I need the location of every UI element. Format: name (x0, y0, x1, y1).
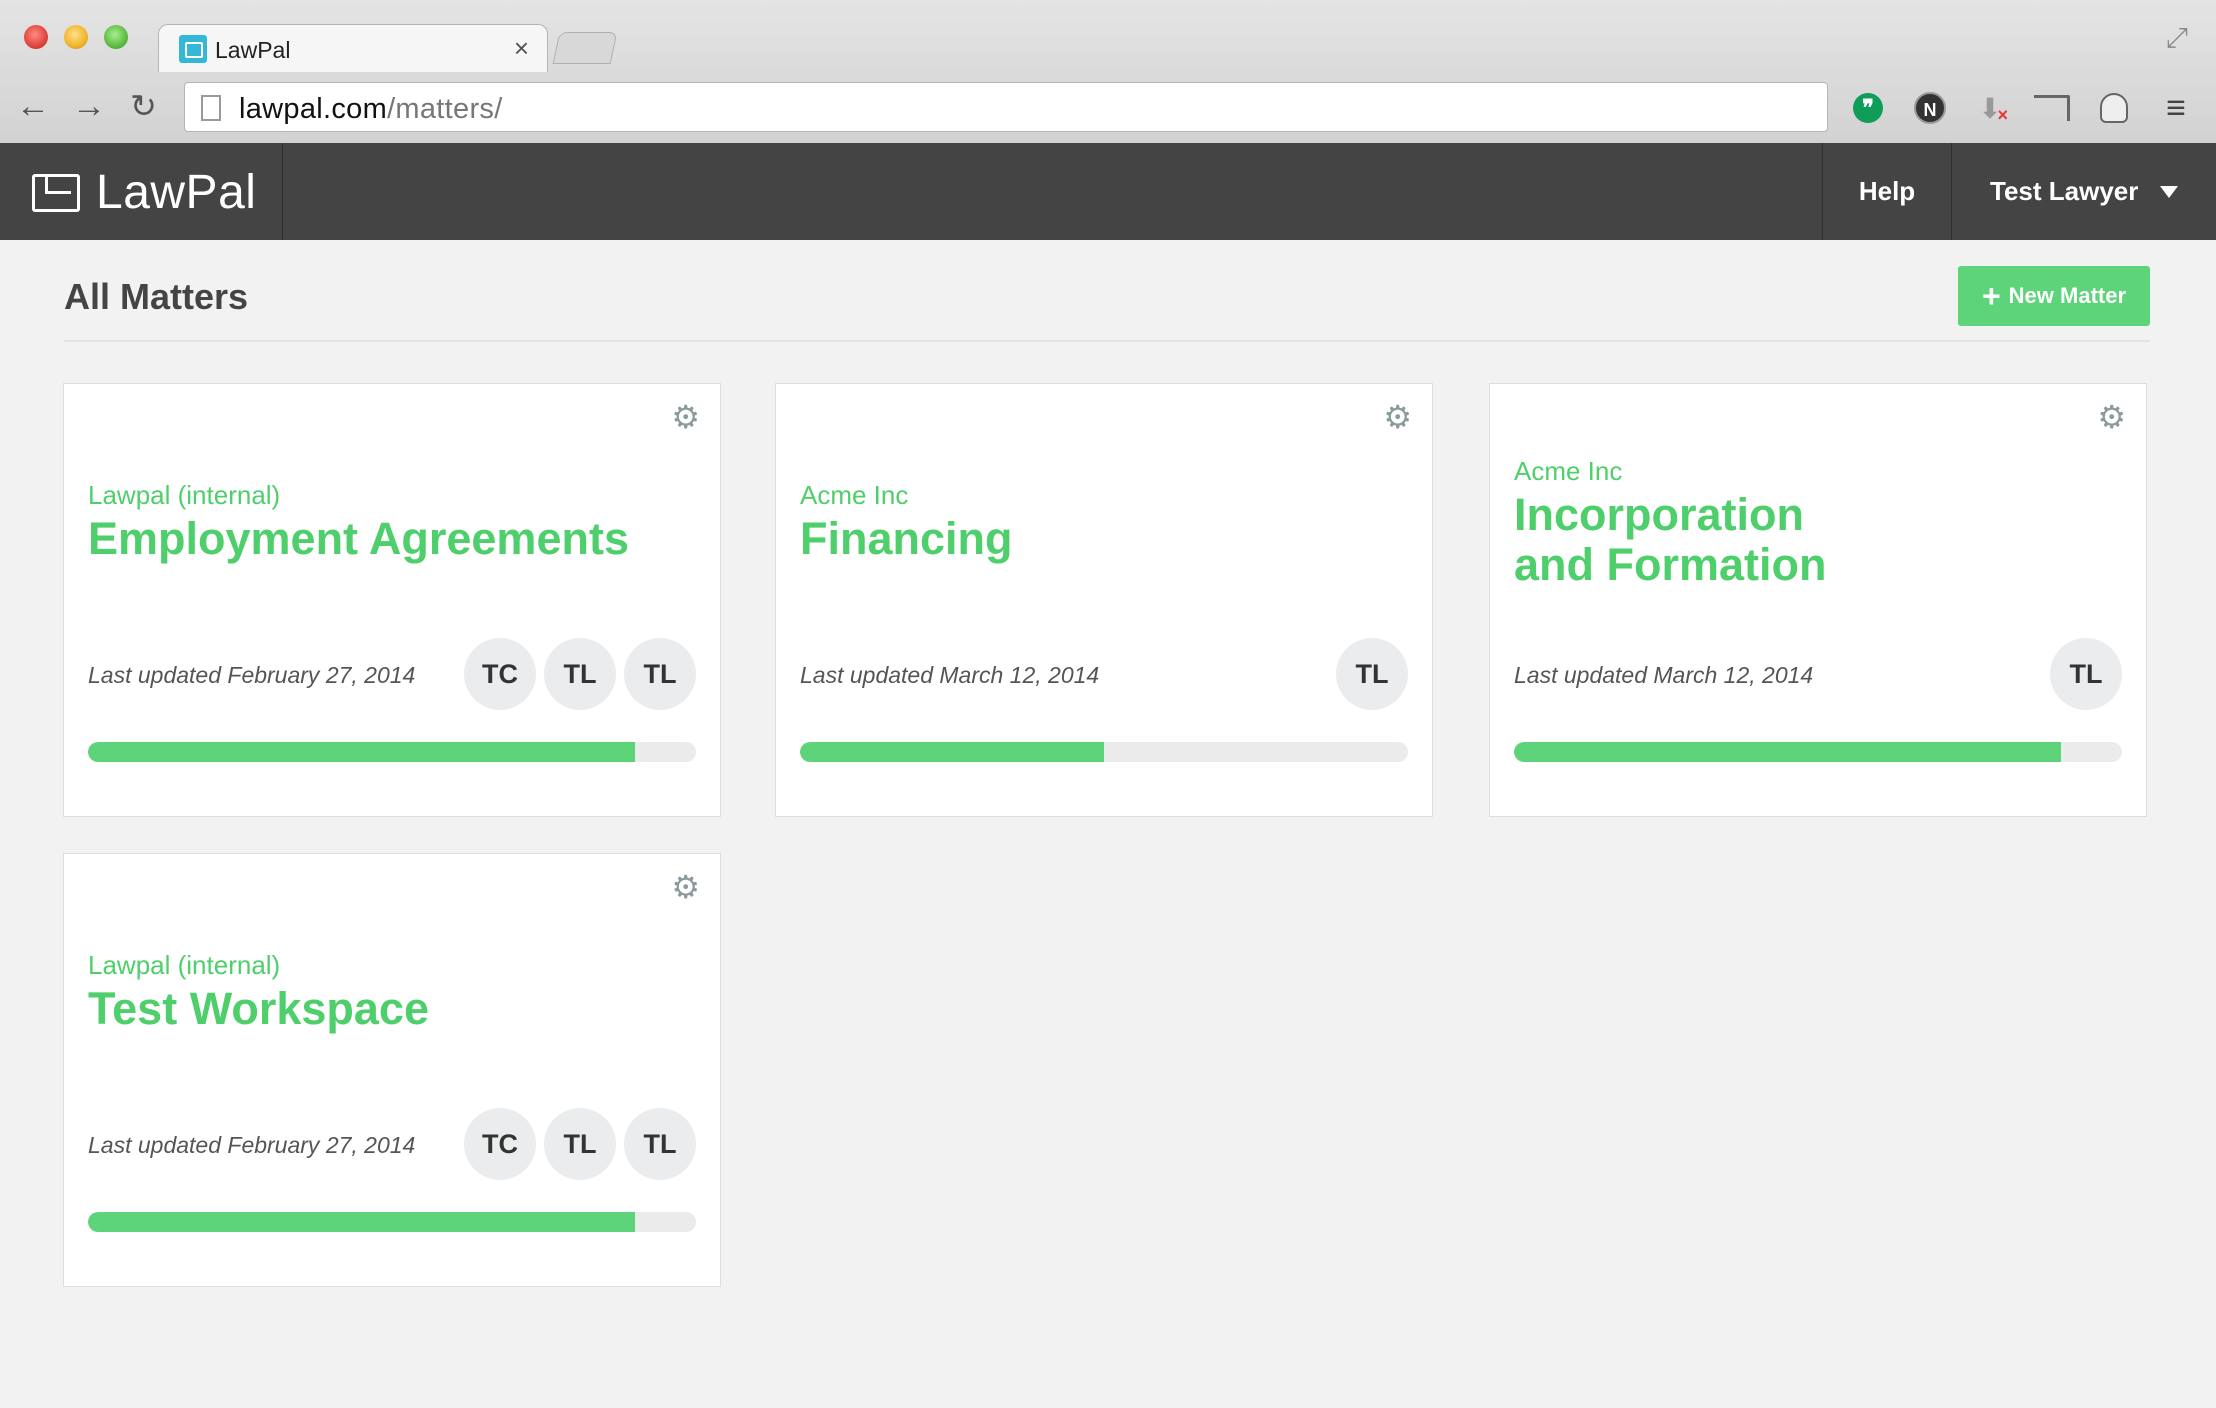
member-avatars: TC TL TL (464, 1108, 696, 1180)
member-avatars: TL (2050, 638, 2122, 710)
caret-down-icon (2160, 185, 2179, 198)
brand-link[interactable]: LawPal (0, 143, 283, 240)
plus-icon: + (1981, 278, 2001, 314)
matter-title[interactable]: Test Workspace (88, 984, 429, 1034)
page-title: All Matters (64, 276, 249, 317)
avatar[interactable]: TL (544, 1108, 616, 1180)
brand-name: LawPal (96, 166, 257, 219)
hangouts-extension-icon[interactable]: ❞ (1848, 88, 1888, 128)
progress-fill (800, 742, 1104, 762)
url-text: lawpal.com/matters/ (239, 93, 503, 126)
zoom-window-button[interactable] (104, 25, 128, 49)
matter-client: Lawpal (internal) (88, 950, 281, 980)
progress-fill (88, 742, 636, 762)
url-domain: lawpal.com (239, 93, 388, 125)
matter-card[interactable]: ⚙ Lawpal (internal) Employment Agreement… (63, 383, 721, 817)
app-header: LawPal Help Test Lawyer (0, 143, 2216, 240)
reload-icon[interactable]: ↻ (130, 86, 157, 126)
lawpal-logo-icon (32, 174, 80, 212)
page-icon (201, 95, 221, 121)
ghost-glyph (2100, 93, 2128, 123)
avatar[interactable]: TL (544, 638, 616, 710)
hangouts-glyph: ❞ (1853, 93, 1883, 123)
address-bar[interactable]: lawpal.com/matters/ (184, 82, 1828, 132)
new-matter-button[interactable]: + New Matter (1958, 266, 2150, 326)
matter-card[interactable]: ⚙ Acme Inc Incorporation and Formation L… (1489, 383, 2147, 817)
n-extension-label: N (1914, 92, 1946, 124)
matter-title[interactable]: Employment Agreements (88, 514, 629, 564)
avatar[interactable]: TC (464, 638, 536, 710)
cast-icon[interactable] (2032, 88, 2072, 128)
member-avatars: TL (1336, 638, 1408, 710)
matter-client: Acme Inc (1514, 456, 1623, 486)
browser-menu-icon[interactable]: ≡ (2156, 88, 2196, 128)
progress-bar (800, 742, 1408, 762)
matter-title[interactable]: Financing (800, 514, 1013, 564)
header-divider (64, 340, 2150, 342)
member-avatars: TC TL TL (464, 638, 696, 710)
progress-bar (1514, 742, 2122, 762)
close-window-button[interactable] (24, 25, 48, 49)
gear-icon[interactable]: ⚙ (1383, 398, 1412, 436)
url-path: /matters/ (387, 93, 503, 125)
browser-tab[interactable]: LawPal × (158, 24, 548, 72)
user-name: Test Lawyer (1990, 176, 2139, 206)
avatar[interactable]: TL (624, 638, 696, 710)
browser-chrome: LawPal × ⤢ ← → ↻ lawpal.com/matters/ ❞ N… (0, 0, 2216, 144)
matter-card[interactable]: ⚙ Lawpal (internal) Test Workspace Last … (63, 853, 721, 1287)
progress-fill (1514, 742, 2062, 762)
matter-updated: Last updated March 12, 2014 (1514, 662, 1814, 688)
download-extension-icon[interactable]: ⬇ × (1970, 88, 2010, 128)
avatar[interactable]: TL (624, 1108, 696, 1180)
tab-close-icon[interactable]: × (514, 33, 529, 64)
help-link[interactable]: Help (1822, 143, 1952, 240)
back-arrow-icon[interactable]: ← (16, 86, 50, 126)
new-tab-button[interactable] (552, 32, 618, 64)
matter-updated: Last updated February 27, 2014 (88, 1132, 416, 1158)
download-error-mark: × (1997, 105, 2008, 125)
progress-bar (88, 1212, 696, 1232)
matter-client: Lawpal (internal) (88, 480, 281, 510)
progress-fill (88, 1212, 636, 1232)
new-matter-label: New Matter (2008, 283, 2127, 308)
ghostery-extension-icon[interactable] (2094, 88, 2134, 128)
gear-icon[interactable]: ⚙ (671, 398, 700, 436)
matter-updated: Last updated February 27, 2014 (88, 662, 416, 688)
avatar[interactable]: TL (1336, 638, 1408, 710)
progress-bar (88, 742, 696, 762)
fullscreen-icon[interactable]: ⤢ (2166, 22, 2188, 55)
minimize-window-button[interactable] (64, 25, 88, 49)
n-extension-icon[interactable]: N (1910, 88, 1950, 128)
user-menu[interactable]: Test Lawyer (1952, 143, 2216, 240)
matter-title-line: Incorporation (1514, 489, 1804, 540)
matter-title[interactable]: Incorporation and Formation (1514, 490, 1827, 590)
matter-card[interactable]: ⚙ Acme Inc Financing Last updated March … (775, 383, 1433, 817)
cast-glyph (2034, 95, 2070, 121)
avatar[interactable]: TL (2050, 638, 2122, 710)
gear-icon[interactable]: ⚙ (671, 868, 700, 906)
matter-title-line: and Formation (1514, 539, 1827, 590)
forward-arrow-icon[interactable]: → (72, 86, 106, 126)
matter-updated: Last updated March 12, 2014 (800, 662, 1100, 688)
gear-icon[interactable]: ⚙ (2097, 398, 2126, 436)
avatar[interactable]: TC (464, 1108, 536, 1180)
matter-client: Acme Inc (800, 480, 909, 510)
lawpal-favicon-icon (179, 35, 207, 63)
tab-title: LawPal (215, 37, 291, 63)
